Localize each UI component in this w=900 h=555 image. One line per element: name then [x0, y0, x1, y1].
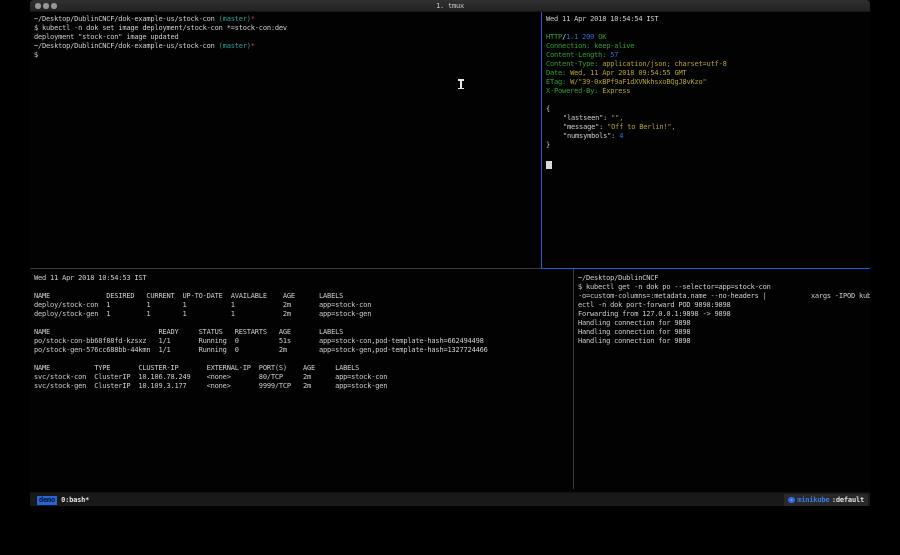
- http-header-content-type: Content-Type: application/json; charset=u…: [546, 60, 870, 69]
- tmux-content: ~/Desktop/DublinCNCF/dok-example-us/stoc…: [30, 12, 870, 510]
- json-value: 4: [619, 132, 623, 140]
- http-header-connection: Connection: keep-alive: [546, 42, 870, 51]
- header-name: ETag:: [546, 78, 566, 86]
- json-key: "message":: [563, 123, 603, 131]
- terminal-window: 1. tmux ~/Desktop/DublinCNCF/dok-example…: [30, 0, 870, 510]
- table-deployments: NAME DESIRED CURRENT UP-TO-DATE AVAILABL…: [34, 292, 573, 319]
- status-right: minikube:default: [784, 494, 868, 506]
- port-forward-output: ~/Desktop/DublinCNCF $ kubectl get -n do…: [578, 274, 870, 346]
- session-name-chip[interactable]: demo: [37, 496, 57, 505]
- kubernetes-helm-icon: [788, 497, 795, 504]
- kube-namespace: :default: [832, 496, 864, 504]
- header-value: application/json; charset=utf-8: [602, 60, 726, 68]
- pane-bottom-right-port-forward[interactable]: ~/Desktop/DublinCNCF $ kubectl get -n do…: [574, 269, 870, 492]
- git-dirty-marker: *: [251, 42, 255, 50]
- http-proto: HTTP: [546, 33, 562, 41]
- pane-top-left-shell[interactable]: ~/Desktop/DublinCNCF/dok-example-us/stoc…: [30, 12, 541, 268]
- window-title: 1. tmux: [30, 1, 870, 11]
- header-value: 57: [610, 51, 618, 59]
- header-value: W/"39-0xBPf9aF1dXVNkhsxoBQgJ8vKzo": [570, 78, 707, 86]
- header-name: X-Powered-By:: [546, 87, 598, 95]
- json-key: "lastseen":: [563, 114, 607, 122]
- terminal-cursor: [546, 161, 552, 169]
- header-value: Wed, 11 Apr 2018 09:54:55 GMT: [570, 69, 686, 77]
- timestamp: Wed 11 Apr 2018 10:54:53 IST: [34, 274, 573, 283]
- titlebar[interactable]: 1. tmux: [30, 0, 870, 12]
- table-pods: NAME READY STATUS RESTARTS AGE LABELS po…: [34, 328, 573, 355]
- header-name: Content-Type:: [546, 60, 598, 68]
- output-image-updated: deployment "stock-con" image updated: [34, 33, 541, 42]
- http-header-content-length: Content-Length: 57: [546, 51, 870, 60]
- git-dirty-marker: *: [251, 15, 255, 23]
- json-close-brace: }: [546, 141, 870, 150]
- timestamp: Wed 11 Apr 2018 10:54:54 IST: [546, 15, 870, 24]
- window-tab[interactable]: 0:bash*: [61, 496, 89, 504]
- status-left: demo 0:bash*: [37, 493, 89, 507]
- pane-bottom-left-kubectl-get[interactable]: Wed 11 Apr 2018 10:54:53 IST NAME DESIRE…: [30, 269, 573, 492]
- header-value: keep-alive: [594, 42, 634, 50]
- command-line-set-image: $ kubectl -n dok set image deployment/st…: [34, 24, 541, 33]
- http-header-etag: ETag: W/"39-0xBPf9aF1dXVNkhsxoBQgJ8vKzo": [546, 78, 870, 87]
- http-reason: OK: [598, 33, 606, 41]
- mouse-ibeam-cursor: [458, 79, 464, 89]
- git-branch: (master): [219, 42, 251, 50]
- prompt-path: ~/Desktop/DublinCNCF/dok-example-us/stoc…: [34, 42, 219, 50]
- prompt-line: ~/Desktop/DublinCNCF/dok-example-us/stoc…: [34, 15, 541, 24]
- prompt-path: ~/Desktop/DublinCNCF/dok-example-us/stoc…: [34, 15, 219, 23]
- json-value: "",: [611, 114, 623, 122]
- header-name: Date:: [546, 69, 566, 77]
- http-version-status: 1.1 200: [566, 33, 594, 41]
- http-status-line: HTTP/1.1 200OK: [546, 33, 870, 42]
- json-value: "Off to Berlin!",: [607, 123, 675, 131]
- prompt-line: ~/Desktop/DublinCNCF/dok-example-us/stoc…: [34, 42, 541, 51]
- json-open-brace: {: [546, 105, 870, 114]
- pane-border-vertical-active[interactable]: [541, 12, 542, 269]
- http-header-x-powered-by: X-Powered-By: Express: [546, 87, 870, 96]
- http-header-date: Date: Wed, 11 Apr 2018 09:54:55 GMT: [546, 69, 870, 78]
- tmux-status-bar: demo 0:bash* minikube:default: [30, 492, 870, 506]
- json-line-numsymbols: "numsymbols": 4: [546, 132, 870, 141]
- header-value: Express: [602, 87, 630, 95]
- json-line-lastseen: "lastseen": "",: [546, 114, 870, 123]
- prompt-dollar: $: [34, 51, 541, 60]
- table-services: NAME TYPE CLUSTER-IP EXTERNAL-IP PORT(S)…: [34, 364, 573, 391]
- kube-context: minikube: [797, 496, 829, 504]
- pane-top-right-http-response[interactable]: Wed 11 Apr 2018 10:54:54 IST HTTP/1.1 20…: [542, 12, 870, 268]
- json-key: "numsymbols":: [563, 132, 615, 140]
- header-name: Content-Length:: [546, 51, 606, 59]
- json-line-message: "message": "Off to Berlin!",: [546, 123, 870, 132]
- header-name: Connection:: [546, 42, 590, 50]
- git-branch: (master): [219, 15, 251, 23]
- desktop-background: 1. tmux ~/Desktop/DublinCNCF/dok-example…: [0, 0, 900, 555]
